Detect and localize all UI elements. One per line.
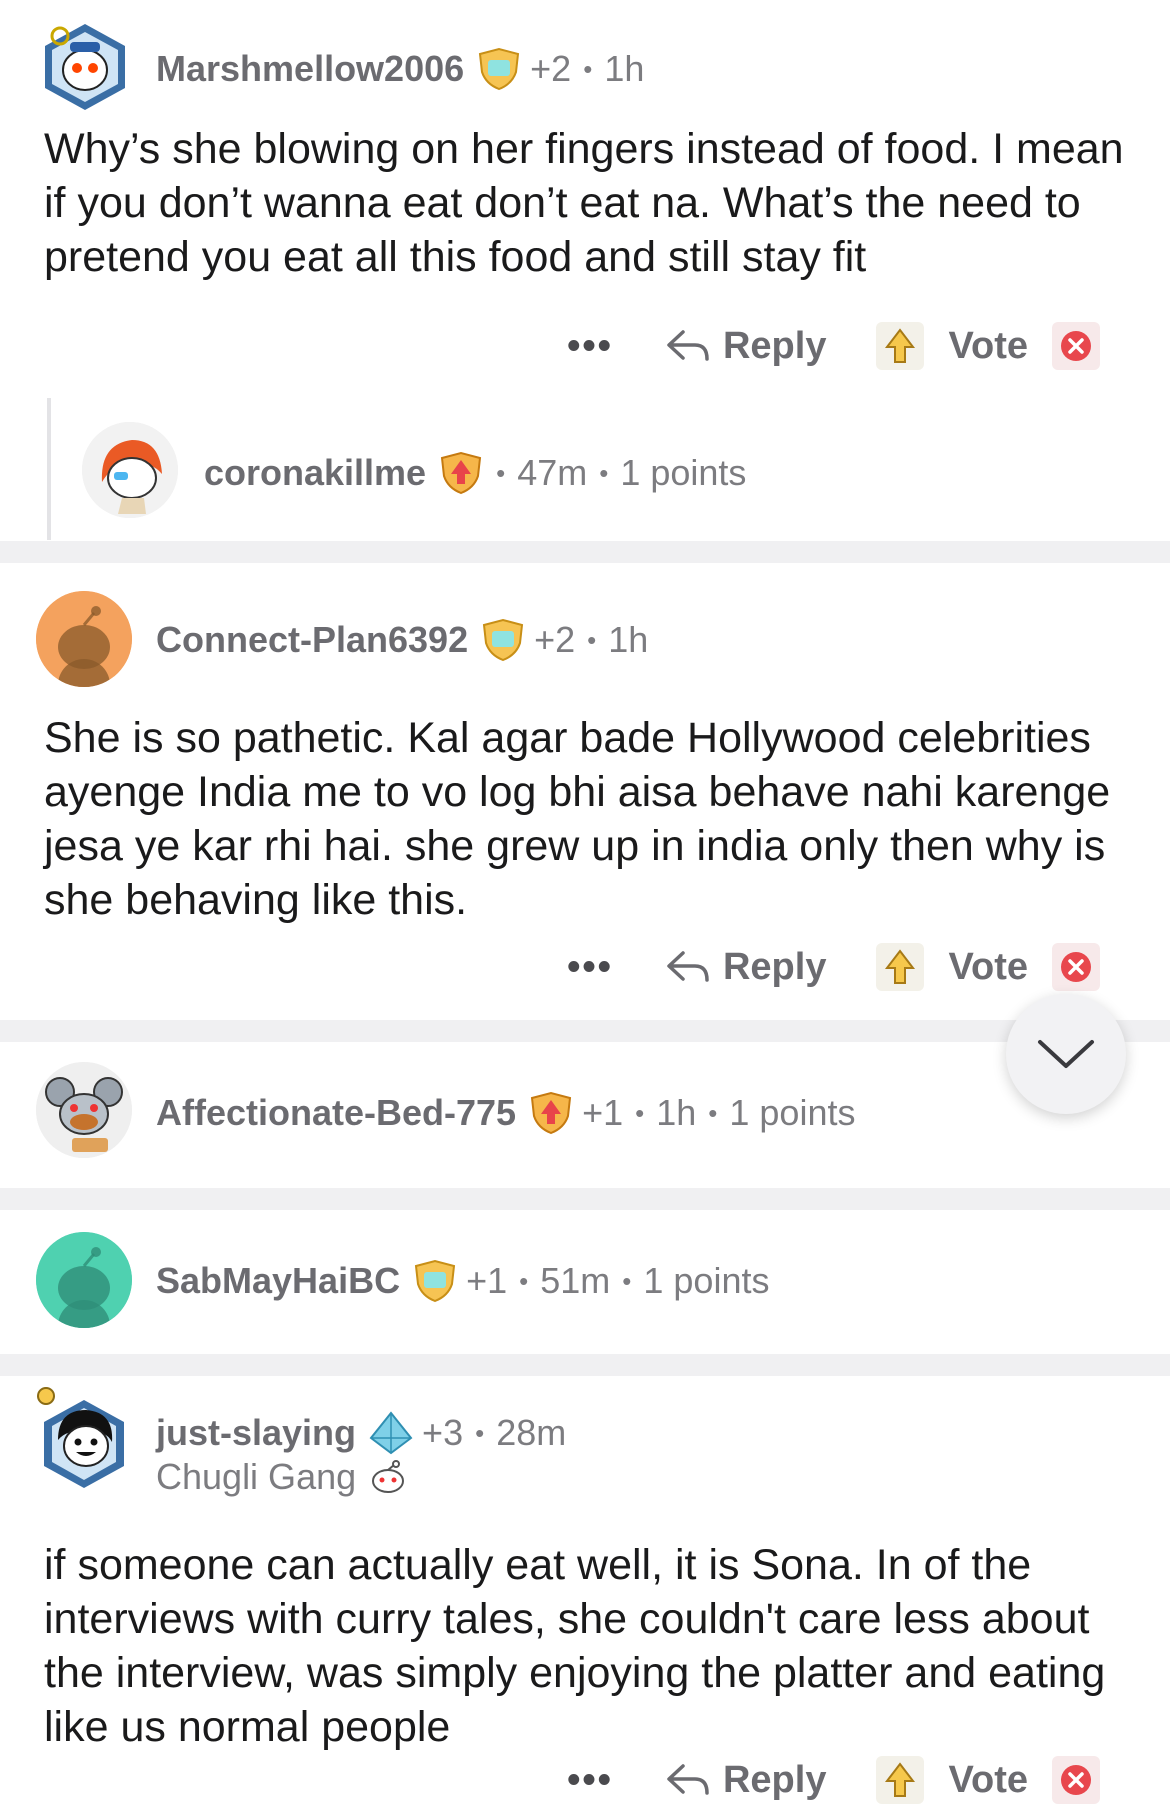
snoo-avatar-icon[interactable] bbox=[36, 1386, 128, 1494]
username[interactable]: Marshmellow2006 bbox=[156, 48, 464, 90]
downvote-button[interactable] bbox=[1052, 943, 1100, 991]
timestamp: 1h bbox=[656, 1092, 697, 1133]
snoo-avatar-icon[interactable] bbox=[82, 422, 178, 518]
downvote-button[interactable] bbox=[1052, 1756, 1100, 1804]
user-flair: Chugli Gang bbox=[156, 1456, 408, 1498]
username[interactable]: coronakillme bbox=[204, 452, 426, 494]
snoo-avatar-icon[interactable] bbox=[36, 591, 132, 687]
award-badge-icon bbox=[438, 450, 484, 496]
separator-dot: • bbox=[587, 624, 597, 655]
reply-label: Reply bbox=[722, 945, 827, 988]
comment-body: She is so pathetic. Kal agar bade Hollyw… bbox=[44, 714, 1111, 924]
more-options-button[interactable]: ••• bbox=[567, 1759, 613, 1802]
vote-label: Vote bbox=[948, 1758, 1028, 1801]
comment-affectionate-bed-775: Affectionate-Bed-775 +1 • 1h • 1 points bbox=[0, 1042, 1170, 1188]
upvote-button[interactable] bbox=[876, 1756, 925, 1804]
downvote-x-icon bbox=[1061, 331, 1091, 361]
timestamp: 1h bbox=[608, 619, 649, 660]
downvote-button[interactable] bbox=[1052, 322, 1100, 370]
upvote-arrow-icon bbox=[885, 328, 916, 363]
comment-actions: ••• Reply Vote bbox=[567, 1756, 1100, 1804]
snoo-avatar-icon[interactable] bbox=[36, 1062, 132, 1158]
points: 1 points bbox=[620, 452, 747, 493]
points: 1 points bbox=[643, 1260, 770, 1301]
more-options-button[interactable]: ••• bbox=[567, 325, 613, 368]
flair-text: Chugli Gang bbox=[156, 1456, 357, 1497]
comment-meta: coronakillme • 47m • 1 points bbox=[204, 450, 746, 496]
comment-sabmayhaibc: SabMayHaiBC +1 • 51m • 1 points bbox=[0, 1210, 1170, 1354]
comment-just-slaying: just-slaying +3 • 28m Chugli Gang if som… bbox=[0, 1376, 1170, 1818]
comment-separator bbox=[0, 1354, 1170, 1376]
reply-button[interactable]: Reply bbox=[665, 946, 826, 989]
comment-meta: SabMayHaiBC +1 • 51m • 1 points bbox=[156, 1258, 769, 1304]
snoo-flair-icon bbox=[368, 1457, 408, 1497]
username[interactable]: Affectionate-Bed-775 bbox=[156, 1092, 516, 1134]
comment-connect-plan6392: Connect-Plan6392 +2 • 1h She is so pathe… bbox=[0, 563, 1170, 1019]
next-comment-button[interactable] bbox=[1006, 994, 1126, 1114]
snoo-avatar-icon[interactable] bbox=[40, 22, 130, 112]
timestamp: 1h bbox=[604, 48, 645, 89]
score: +1 bbox=[466, 1260, 508, 1301]
downvote-x-icon bbox=[1061, 952, 1091, 982]
separator-dot: • bbox=[708, 1097, 718, 1128]
comment-meta: Affectionate-Bed-775 +1 • 1h • 1 points bbox=[156, 1090, 855, 1136]
username[interactable]: SabMayHaiBC bbox=[156, 1260, 400, 1302]
crystal-award-icon bbox=[368, 1410, 414, 1456]
points: 1 points bbox=[729, 1092, 856, 1133]
more-options-button[interactable]: ••• bbox=[567, 946, 613, 989]
comment-actions: ••• Reply Vote bbox=[567, 322, 1100, 370]
chevron-down-icon bbox=[1038, 1040, 1094, 1068]
reply-button[interactable]: Reply bbox=[665, 1759, 826, 1802]
score: +2 bbox=[530, 48, 572, 89]
upvote-arrow-icon bbox=[885, 1762, 916, 1797]
reply-label: Reply bbox=[722, 1758, 827, 1801]
award-badge-icon bbox=[476, 46, 522, 92]
comment-meta: Connect-Plan6392 +2 • 1h bbox=[156, 617, 648, 663]
award-badge-icon bbox=[480, 617, 526, 663]
separator-dot: • bbox=[583, 53, 593, 84]
vote-label: Vote bbox=[948, 324, 1028, 367]
separator-dot: • bbox=[622, 1265, 632, 1296]
comment-meta: just-slaying +3 • 28m bbox=[156, 1410, 566, 1456]
username[interactable]: just-slaying bbox=[156, 1412, 356, 1454]
score: +2 bbox=[534, 619, 576, 660]
comment-meta: Marshmellow2006 +2 • 1h bbox=[156, 46, 644, 92]
score: +3 bbox=[422, 1412, 464, 1453]
award-badge-icon bbox=[412, 1258, 458, 1304]
award-badge-icon bbox=[528, 1090, 574, 1136]
comment-actions: ••• Reply Vote bbox=[567, 943, 1100, 991]
username[interactable]: Connect-Plan6392 bbox=[156, 619, 468, 661]
upvote-button[interactable] bbox=[876, 943, 925, 991]
comment-separator bbox=[0, 1020, 1170, 1042]
snoo-avatar-icon[interactable] bbox=[36, 1232, 132, 1328]
comment-separator bbox=[0, 541, 1170, 563]
comment-separator bbox=[0, 1188, 1170, 1210]
reply-button[interactable]: Reply bbox=[665, 325, 826, 368]
comment-coronakillme: coronakillme • 47m • 1 points bbox=[0, 400, 1170, 540]
reply-arrow-icon bbox=[667, 1764, 709, 1795]
timestamp: 28m bbox=[496, 1412, 567, 1453]
separator-dot: • bbox=[496, 457, 506, 488]
upvote-arrow-icon bbox=[885, 949, 916, 984]
separator-dot: • bbox=[475, 1417, 485, 1448]
separator-dot: • bbox=[635, 1097, 645, 1128]
upvote-button[interactable] bbox=[876, 322, 925, 370]
separator-dot: • bbox=[599, 457, 609, 488]
vote-label: Vote bbox=[948, 945, 1028, 988]
reply-arrow-icon bbox=[667, 330, 709, 361]
reply-arrow-icon bbox=[667, 951, 709, 982]
timestamp: 51m bbox=[540, 1260, 611, 1301]
score: +1 bbox=[582, 1092, 624, 1133]
reply-label: Reply bbox=[722, 324, 827, 367]
downvote-x-icon bbox=[1061, 1765, 1091, 1795]
separator-dot: • bbox=[519, 1265, 529, 1296]
comment-body: if someone can actually eat well, it is … bbox=[44, 1541, 1106, 1751]
comment-body: Why’s she blowing on her fingers instead… bbox=[44, 125, 1124, 281]
timestamp: 47m bbox=[517, 452, 588, 493]
